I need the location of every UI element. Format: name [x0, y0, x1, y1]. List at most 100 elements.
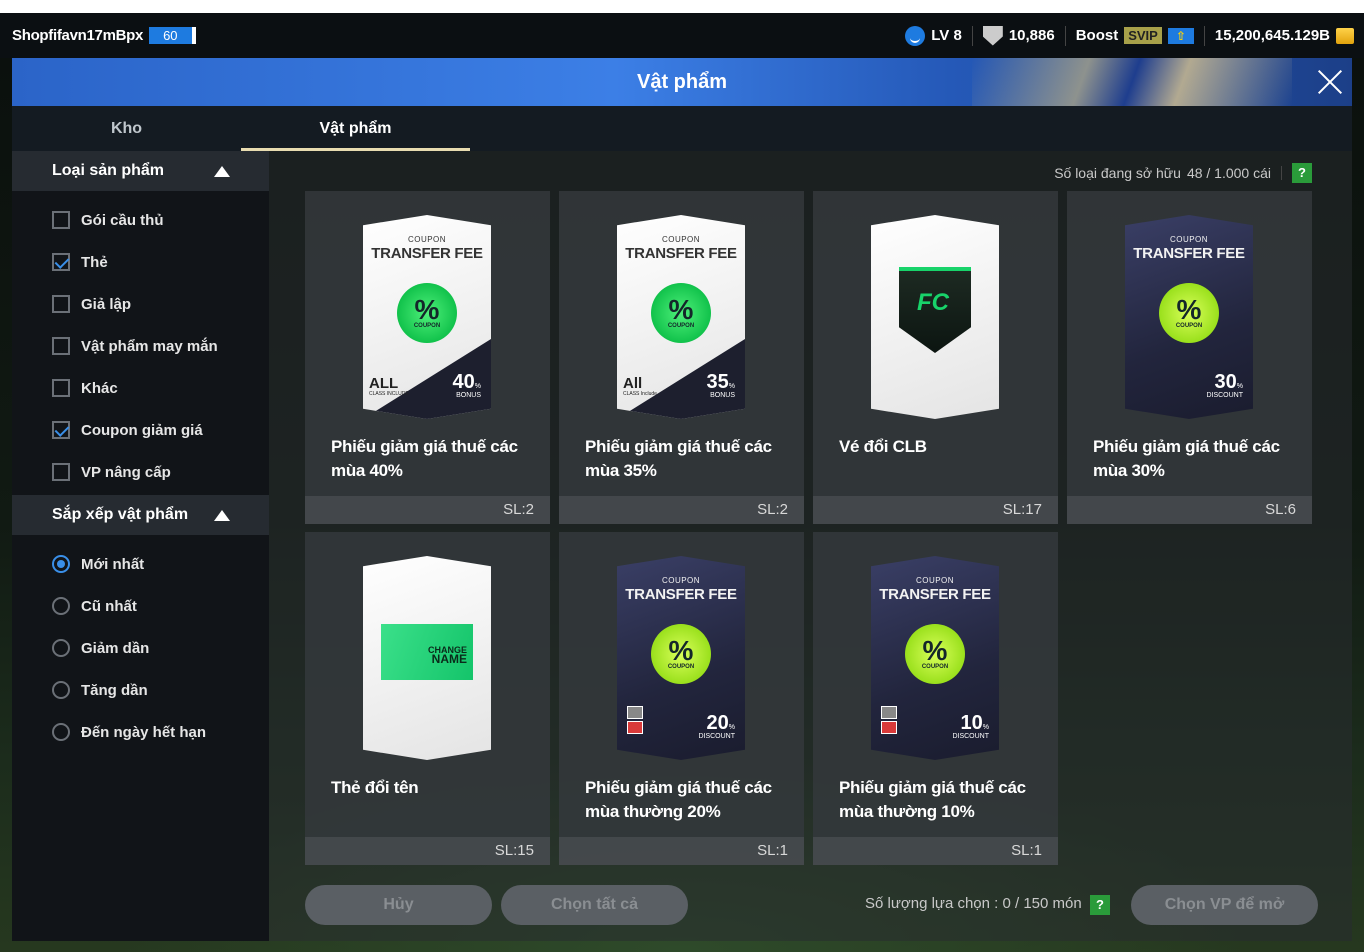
- percent-sign: %: [1176, 294, 1202, 325]
- sort-option-label: Đến ngày hết hạn: [81, 723, 207, 741]
- sort-option[interactable]: Tăng dần: [12, 669, 269, 711]
- change-name-card-icon: CHANGE NAME: [381, 624, 473, 680]
- badge-caption: COUPON: [1175, 323, 1203, 329]
- cancel-button[interactable]: Hủy: [305, 885, 492, 925]
- tab-kho[interactable]: Kho: [12, 106, 241, 151]
- badge-caption: COUPON: [667, 664, 695, 670]
- checkbox-icon[interactable]: [52, 211, 70, 229]
- filter-option[interactable]: Giả lập: [12, 283, 269, 325]
- radio-icon[interactable]: [52, 681, 70, 699]
- radio-icon[interactable]: [52, 723, 70, 741]
- change-name-text: CHANGE NAME: [428, 646, 467, 666]
- club-shield-icon: [899, 267, 971, 353]
- coupon-caption: COUPON: [661, 235, 701, 244]
- value-label: DISCOUNT: [698, 733, 735, 740]
- value-unit: %: [1236, 383, 1243, 390]
- checkbox-icon[interactable]: [52, 463, 70, 481]
- filter-option-label: Vật phẩm may mắn: [81, 337, 218, 355]
- sort-option-label: Giảm dần: [81, 639, 150, 657]
- lock-icon: [881, 706, 897, 719]
- item-artwork: COUPON TRANSFER FEE% COUPON 30% DISCOUNT: [1125, 215, 1253, 419]
- filter-option[interactable]: Khác: [12, 367, 269, 409]
- filter-option-label: Coupon giảm giá: [81, 421, 203, 439]
- coupon-caption: COUPON: [1169, 235, 1209, 244]
- sort-option[interactable]: Cũ nhất: [12, 585, 269, 627]
- radio-icon[interactable]: [52, 639, 70, 657]
- sort-option-label: Tăng dần: [81, 681, 148, 699]
- percent-sign: %: [668, 635, 694, 666]
- help-icon[interactable]: ?: [1292, 163, 1312, 183]
- checkbox-checked-icon[interactable]: [52, 253, 70, 271]
- filter-sidebar: Loại sản phẩm Gói cầu thủ Thẻ Giả lập Vật p…: [12, 151, 269, 941]
- divider: [1203, 25, 1205, 46]
- item-artwork: COUPON TRANSFER FEE% COUPON 10% DISCOUNT: [871, 556, 999, 760]
- filter-option-label: VP nâng cấp: [81, 463, 171, 481]
- open-selected-button[interactable]: Chọn VP để mở: [1131, 885, 1318, 925]
- value-label: BONUS: [456, 392, 481, 399]
- item-card[interactable]: COUPON TRANSFER FEE% COUPON 10% DISCOUNT Phiế…: [813, 532, 1058, 865]
- sort-option[interactable]: Mới nhất: [12, 543, 269, 585]
- boost-up-icon[interactable]: ⇧: [1167, 27, 1194, 44]
- filter-options: Gói cầu thủ Thẻ Giả lập Vật phẩm may mắn Khá…: [12, 199, 269, 493]
- checkbox-icon[interactable]: [52, 295, 70, 313]
- checkbox-icon[interactable]: [52, 379, 70, 397]
- item-card[interactable]: COUPON TRANSFER FEE% COUPON 30% DISCOUNT Phiế…: [1067, 191, 1312, 524]
- filter-option[interactable]: VP nâng cấp: [12, 451, 269, 493]
- filter-option[interactable]: Gói cầu thủ: [12, 199, 269, 241]
- filter-option[interactable]: Coupon giảm giá: [12, 409, 269, 451]
- sort-option[interactable]: Giảm dần: [12, 627, 269, 669]
- value-number: 30: [1214, 371, 1237, 393]
- filter-option[interactable]: Thẻ: [12, 241, 269, 283]
- title-decoration: [972, 58, 1292, 106]
- svip-badge[interactable]: SVIP: [1124, 27, 1162, 44]
- item-card[interactable]: CHANGE NAME Thẻ đổi tên SL:15: [305, 532, 550, 865]
- radio-icon[interactable]: [52, 597, 70, 615]
- change-name-line2: NAME: [431, 652, 467, 666]
- item-card[interactable]: COUPON TRANSFER FEE% COUPON 35% BONUS All CLAS…: [559, 191, 804, 524]
- select-all-button[interactable]: Chọn tất cả: [501, 885, 688, 925]
- divider: [971, 25, 973, 46]
- divider: [1064, 25, 1066, 46]
- restriction-icons: [627, 706, 643, 736]
- coupon-title: TRANSFER FEE: [625, 586, 737, 603]
- tab-vat-pham[interactable]: Vật phẩm: [241, 106, 470, 151]
- item-card[interactable]: COUPON TRANSFER FEE% COUPON 40% BONUS ALL CLAS…: [305, 191, 550, 524]
- owned-value: 48 / 1.000 cái: [1186, 165, 1271, 181]
- percent-sign: %: [414, 294, 440, 325]
- item-card[interactable]: COUPON TRANSFER FEE% COUPON 20% DISCOUNT Phiế…: [559, 532, 804, 865]
- top-edge: [0, 0, 1364, 13]
- checkbox-checked-icon[interactable]: [52, 421, 70, 439]
- help-icon[interactable]: ?: [1090, 895, 1110, 915]
- radio-selected-icon[interactable]: [52, 555, 70, 573]
- class-info: ALL CLASS INCLUDE: [369, 375, 409, 397]
- value-label: DISCOUNT: [1206, 392, 1243, 399]
- window-titlebar: Vật phẩm: [12, 58, 1352, 106]
- sort-header-label: Sắp xếp vật phẩm: [52, 506, 189, 523]
- coupon-value: 10% DISCOUNT: [952, 712, 989, 740]
- restriction-icons: [881, 706, 897, 736]
- coupon-title: TRANSFER FEE: [371, 245, 483, 262]
- close-icon[interactable]: [1314, 66, 1346, 98]
- filter-header[interactable]: Loại sản phẩm: [12, 151, 269, 191]
- class-big: ALL: [369, 375, 399, 392]
- value-label: DISCOUNT: [952, 733, 989, 740]
- sort-header[interactable]: Sắp xếp vật phẩm: [12, 495, 269, 535]
- item-artwork: [871, 215, 999, 419]
- filter-option-label: Thẻ: [81, 253, 108, 271]
- item-card[interactable]: Vé đổi CLB SL:17: [813, 191, 1058, 524]
- sort-option-label: Cũ nhất: [81, 597, 137, 615]
- coupon-caption: COUPON: [915, 576, 955, 585]
- level-text: LV 8: [931, 27, 962, 44]
- coupon-caption: COUPON: [407, 235, 447, 244]
- sort-options: Mới nhất Cũ nhất Giảm dần Tăng dần Đến ngày …: [12, 543, 269, 753]
- badge-caption: COUPON: [667, 323, 695, 329]
- user-level-badge: 60: [149, 27, 196, 44]
- lock-icon: [627, 706, 643, 719]
- filter-option[interactable]: Vật phẩm may mắn: [12, 325, 269, 367]
- owned-count: Số loại đang sở hữu 48 / 1.000 cái ?: [1054, 163, 1312, 183]
- coupon-caption: COUPON: [661, 576, 701, 585]
- item-name: Phiếu giảm giá thuế các mùa 40%: [331, 437, 518, 480]
- sort-option[interactable]: Đến ngày hết hạn: [12, 711, 269, 753]
- checkbox-icon[interactable]: [52, 337, 70, 355]
